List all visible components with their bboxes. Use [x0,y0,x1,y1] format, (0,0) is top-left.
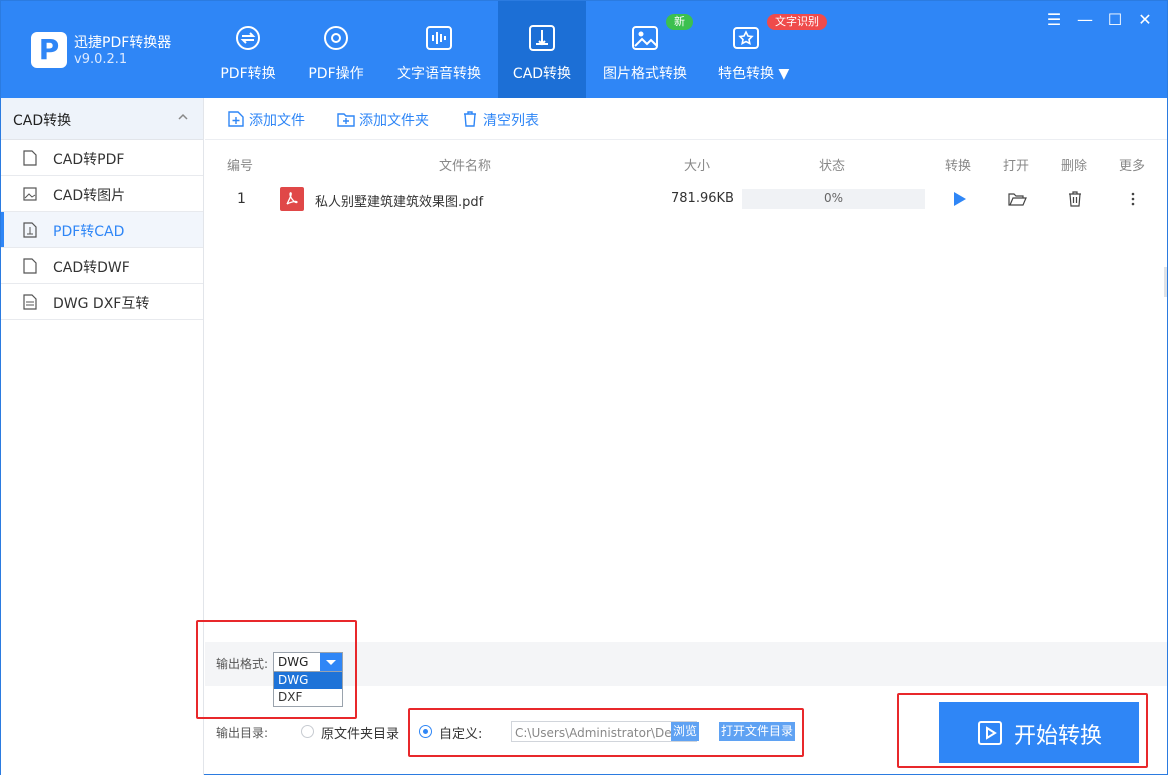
highlight-box-format [196,620,357,719]
sidebar-item-cad-to-dwf[interactable]: CAD转DWF [1,248,203,284]
column-header-index: 编号 [227,159,254,174]
app-name: 迅捷PDF转换器 [74,35,172,51]
sidebar-item-cad-to-pdf[interactable]: CAD转PDF [1,140,203,176]
add-file-button[interactable]: 添加文件 [227,109,327,129]
close-button[interactable]: ✕ [1134,9,1156,31]
nav-tab-label: 特色转换 ▼ [718,66,790,82]
scrollbar[interactable] [1164,267,1167,297]
row-file-name: 私人别墅建筑建筑效果图.pdf [315,195,484,210]
folder-open-icon[interactable] [1007,189,1027,209]
nav-tab-pdf-operate[interactable]: PDF操作 [294,1,378,98]
document-icon [23,294,37,310]
image-file-icon [23,187,37,201]
delete-icon[interactable] [1065,189,1085,209]
original-dir-label: 原文件夹目录 [321,727,400,742]
add-folder-button[interactable]: 添加文件夹 [337,109,457,129]
sidebar-item-label: PDF转CAD [53,224,125,240]
minimize-button[interactable]: — [1074,9,1096,31]
sidebar-item-cad-to-image[interactable]: CAD转图片 [1,176,203,212]
row-file-size: 781.96KB [671,191,734,206]
nav-tab-cad[interactable]: CAD转换 [498,1,586,98]
chevron-up-icon [178,113,188,120]
table-row[interactable]: 1 私人别墅建筑建筑效果图.pdf 781.96KB 0% [205,181,1167,217]
add-file-label: 添加文件 [249,113,305,129]
column-header-status: 状态 [819,159,846,174]
clear-list-button[interactable]: 清空列表 [461,109,561,129]
ocr-badge: 文字识别 [767,14,827,30]
progress-text: 0% [823,191,844,205]
add-file-icon [228,111,244,127]
column-header-open: 打开 [1003,159,1030,174]
toolbar: 添加文件 添加文件夹 清空列表 [205,98,1167,140]
image-icon [632,26,658,50]
sidebar-item-label: DWG DXF互转 [53,296,150,312]
sidebar-header[interactable]: CAD转换 [1,98,203,140]
sidebar-item-label: CAD转DWF [53,260,130,276]
progress-bar: 0% [742,189,925,209]
column-header-size: 大小 [684,159,711,174]
app-window: P 迅捷PDF转换器 v9.0.2.1 PDF转换 PDF操作 文字语音转换 C… [0,0,1168,775]
sidebar-header-label: CAD转换 [13,113,72,129]
nav-tab-label: CAD转换 [512,66,572,82]
trash-icon [464,111,476,127]
cad-icon [529,25,555,51]
nav-tab-pdf-convert[interactable]: PDF转换 [206,1,290,98]
original-dir-radio[interactable] [301,725,314,738]
nav-tab-label: PDF转换 [220,66,276,82]
output-dir-label: 输出目录: [216,726,269,740]
sidebar: CAD转换 CAD转PDF CAD转图片 PDF转CAD CAD转DWF DWG… [1,98,204,775]
sidebar-item-dwg-dxf[interactable]: DWG DXF互转 [1,284,203,320]
column-header-more: 更多 [1119,159,1146,174]
add-folder-label: 添加文件夹 [359,113,429,129]
column-header-name: 文件名称 [439,159,492,174]
pdf-convert-icon [236,26,260,50]
nav-tab-label: 图片格式转换 [603,66,687,82]
dropdown-arrow-icon: ▼ [778,66,790,82]
column-header-delete: 删除 [1061,159,1088,174]
nav-tab-voice[interactable]: 文字语音转换 [385,1,493,98]
more-icon[interactable] [1123,189,1143,209]
sidebar-item-label: CAD转PDF [53,152,125,168]
add-folder-icon [337,113,355,127]
title-bar: P 迅捷PDF转换器 v9.0.2.1 PDF转换 PDF操作 文字语音转换 C… [1,1,1167,98]
new-badge: 新 [666,14,693,30]
column-header-convert: 转换 [945,159,972,174]
play-icon[interactable] [949,189,969,209]
sidebar-item-pdf-to-cad[interactable]: PDF转CAD [1,212,203,248]
pdf-file-icon [280,187,304,211]
cad-file-icon [23,222,37,238]
sidebar-item-label: CAD转图片 [53,188,126,204]
voice-wave-icon [426,26,452,50]
pdf-operate-icon [324,26,348,50]
highlight-box-start [897,693,1148,768]
file-icon [23,258,37,274]
menu-icon[interactable]: ☰ [1043,9,1065,31]
nav-tab-label: PDF操作 [308,66,364,82]
nav-tab-label: 文字语音转换 [397,66,481,82]
app-logo: P [31,32,67,68]
app-version: v9.0.2.1 [74,52,128,67]
row-index: 1 [237,191,246,207]
file-icon [23,150,37,166]
maximize-button[interactable]: ☐ [1104,9,1126,31]
clear-list-label: 清空列表 [483,113,539,129]
star-convert-icon [733,27,759,49]
highlight-box-path [408,708,804,757]
